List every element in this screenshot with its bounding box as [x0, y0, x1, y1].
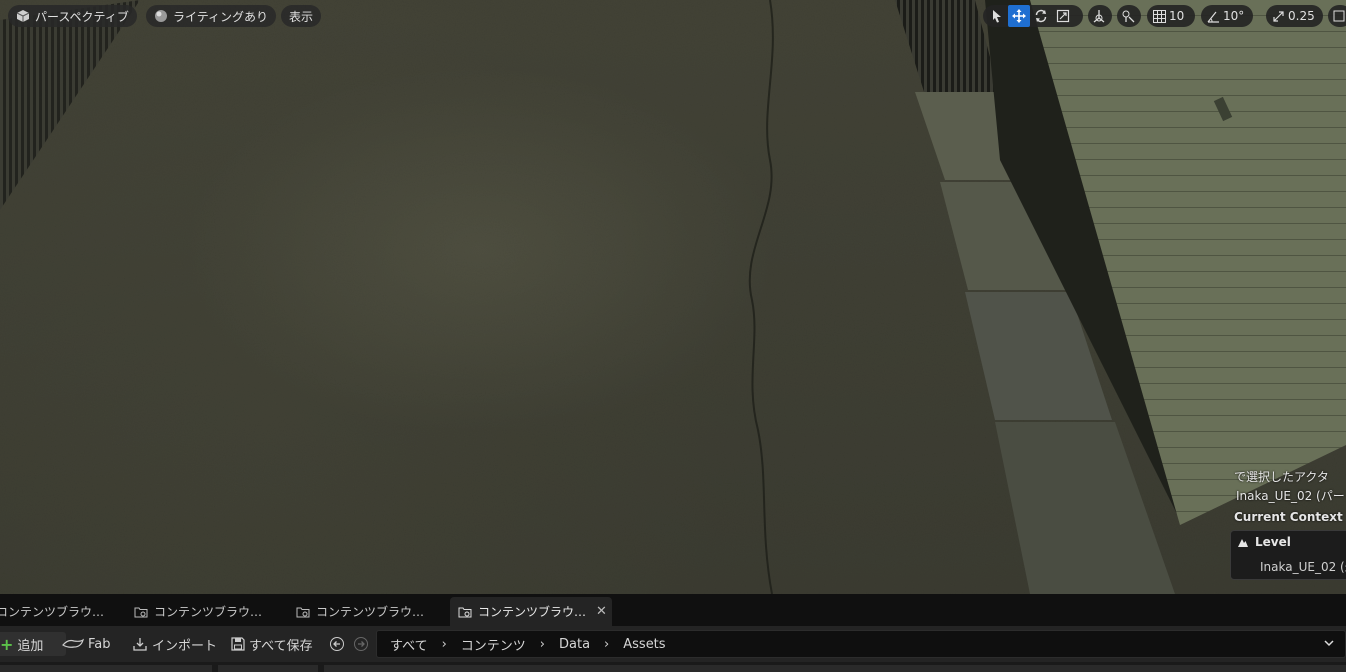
rotation-snap-toggle[interactable] — [1204, 5, 1222, 27]
scale-snap-toggle[interactable] — [1269, 5, 1287, 27]
coordinate-system-group — [1088, 5, 1112, 27]
tab-content-browser-2[interactable]: コンテンツブラウ… — [134, 597, 274, 626]
show-button[interactable]: 表示 — [281, 5, 322, 27]
scale-tool[interactable] — [1052, 5, 1074, 27]
perspective-button[interactable]: パースペクティブ — [8, 5, 137, 27]
chevron-down-icon[interactable] — [1323, 637, 1335, 653]
rotate-icon — [1035, 9, 1047, 23]
fab-icon — [62, 638, 84, 648]
plus-icon: + — [0, 634, 14, 654]
window-icon — [1333, 10, 1345, 22]
surface-snap-icon — [1122, 10, 1135, 23]
tab-label: コンテンツブラウ… — [478, 605, 587, 619]
content-browser-icon — [134, 607, 148, 617]
breadcrumb-all[interactable]: すべて — [390, 635, 428, 654]
panel-divider-strip — [0, 662, 1346, 672]
scale-icon — [1056, 9, 1070, 23]
add-button[interactable]: + 追加 — [0, 632, 66, 656]
fab-button[interactable]: Fab — [62, 632, 111, 656]
show-label: 表示 — [289, 9, 314, 24]
import-button[interactable]: インポート — [133, 632, 217, 656]
add-label: 追加 — [17, 638, 44, 654]
breadcrumb: すべて › コンテンツ › Data › Assets — [376, 630, 1346, 658]
save-all-button[interactable]: すべて保存 — [231, 632, 313, 656]
scene-render — [0, 0, 1346, 594]
world-space-toggle[interactable] — [1088, 5, 1110, 27]
move-arrows-icon — [1012, 9, 1026, 23]
context-panel: Level Inaka_UE_02 (永 — [1230, 530, 1346, 580]
tab-content-browser-1[interactable]: コンテンツブラウ… — [0, 597, 116, 626]
grid-snap-group[interactable]: 10 — [1147, 5, 1195, 27]
fab-label: Fab — [88, 636, 111, 652]
history-forward-button[interactable] — [353, 632, 369, 656]
scale-snap-icon — [1272, 10, 1284, 22]
scale-snap-value: 0.25 — [1288, 9, 1315, 23]
maximize-viewport-button[interactable] — [1328, 5, 1346, 27]
selected-actor-text: で選択したアクタ — [1234, 470, 1329, 484]
history-back-button[interactable] — [329, 632, 345, 656]
camera-speed-group — [1328, 5, 1346, 27]
breadcrumb-assets[interactable]: Assets — [623, 637, 665, 652]
angle-icon — [1207, 11, 1219, 23]
chevron-right-icon[interactable]: › — [540, 637, 545, 652]
cube-icon — [16, 10, 30, 22]
rotation-snap-group[interactable]: 10° — [1201, 5, 1253, 27]
save-icon — [231, 637, 245, 651]
level-viewport[interactable]: パースペクティブ ライティングあり 表示 10 10° 0.25 で選択したアク… — [0, 0, 1346, 594]
grid-snap-toggle[interactable] — [1150, 5, 1168, 27]
perspective-label: パースペクティブ — [35, 9, 129, 24]
back-arrow-icon — [330, 637, 344, 651]
surface-snap-group — [1117, 5, 1141, 27]
current-context-title: Current Context — [1234, 510, 1343, 524]
forward-arrow-icon — [354, 637, 368, 651]
tab-content-browser-4[interactable]: コンテンツブラウ… ✕ — [450, 597, 612, 626]
import-label: インポート — [152, 638, 218, 654]
sphere-icon — [155, 10, 167, 22]
level-row[interactable]: Level — [1237, 535, 1291, 549]
breadcrumb-data[interactable]: Data — [559, 637, 590, 652]
surface-snap-toggle[interactable] — [1117, 5, 1139, 27]
tab-label: コンテンツブラウ… — [316, 605, 425, 619]
selected-actor-name: Inaka_UE_02 (パー — [1236, 489, 1345, 503]
chevron-right-icon[interactable]: › — [604, 637, 609, 652]
content-browser-icon — [296, 607, 310, 617]
chevron-right-icon[interactable]: › — [442, 637, 447, 652]
save-all-label: すべて保存 — [249, 638, 313, 654]
rotate-tool[interactable] — [1030, 5, 1052, 27]
axis-icon — [1093, 10, 1105, 23]
grid-icon — [1152, 9, 1166, 23]
close-icon[interactable]: ✕ — [596, 604, 607, 619]
scale-snap-group[interactable]: 0.25 — [1266, 5, 1323, 27]
rotation-snap-value: 10° — [1223, 9, 1245, 23]
level-icon — [1238, 538, 1248, 547]
content-browser-icon — [458, 607, 472, 617]
lighting-label: ライティングあり — [173, 9, 269, 24]
tab-label: コンテンツブラウ… — [154, 605, 263, 619]
level-name: Inaka_UE_02 (永 — [1260, 560, 1346, 574]
tab-label: コンテンツブラウ… — [0, 605, 105, 619]
content-browser-tabbar: コンテンツブラウ… コンテンツブラウ… コンテンツブラウ… コンテンツブラウ… … — [0, 594, 1346, 626]
breadcrumb-content[interactable]: コンテンツ — [461, 635, 526, 654]
select-tool[interactable] — [986, 5, 1008, 27]
level-label: Level — [1255, 535, 1291, 549]
import-icon — [133, 638, 147, 651]
cursor-icon — [993, 10, 1001, 23]
tab-content-browser-3[interactable]: コンテンツブラウ… — [296, 597, 436, 626]
translate-tool[interactable] — [1008, 5, 1030, 27]
lighting-button[interactable]: ライティングあり — [146, 5, 277, 27]
grid-snap-value: 10 — [1169, 9, 1185, 23]
transform-tools — [983, 5, 1083, 27]
